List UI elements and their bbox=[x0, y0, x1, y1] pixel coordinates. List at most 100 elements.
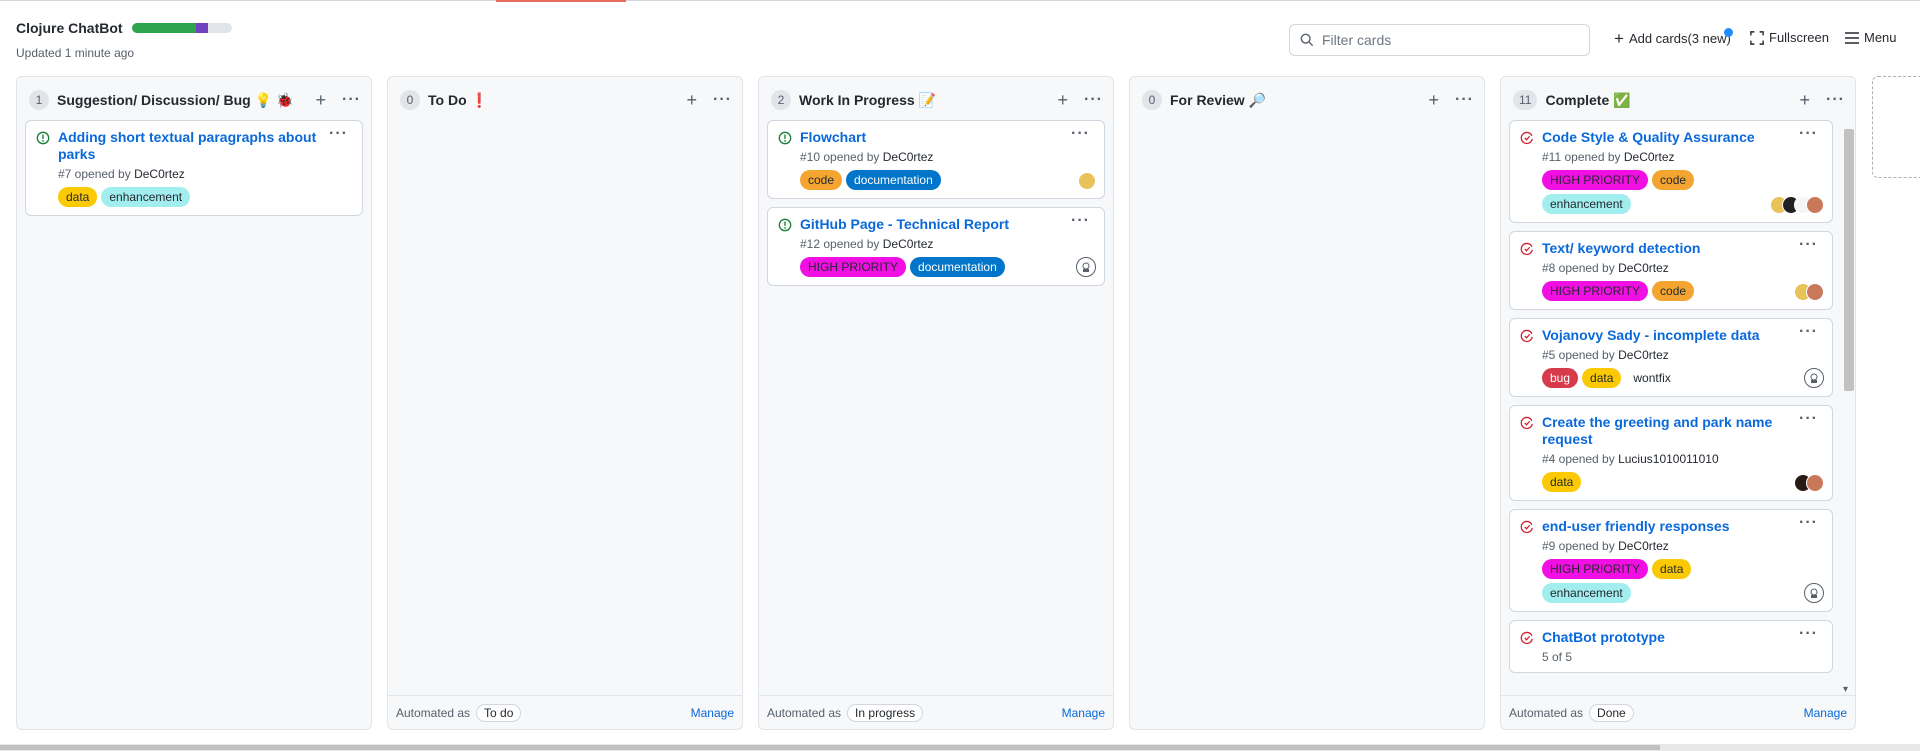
issue-card[interactable]: Flowchart #10 opened by DeC0rtez ··· code do… bbox=[767, 120, 1105, 199]
card-issue-number: #8 opened by bbox=[1542, 261, 1615, 275]
label-high-priority[interactable]: HIGH PRIORITY bbox=[1542, 281, 1649, 301]
label-code[interactable]: code bbox=[800, 170, 843, 190]
assignee-avatar[interactable] bbox=[1078, 172, 1096, 190]
card-title-link[interactable]: GitHub Page - Technical Report bbox=[800, 216, 1096, 233]
label-bug[interactable]: bug bbox=[1542, 368, 1579, 388]
label-code[interactable]: code bbox=[1652, 281, 1695, 301]
column-scroll-thumb[interactable] bbox=[1844, 129, 1854, 391]
card-meta: #8 opened by DeC0rtez bbox=[1542, 261, 1824, 275]
column-more-button[interactable]: ··· bbox=[713, 91, 732, 109]
add-card-button[interactable]: + bbox=[687, 91, 698, 109]
card-more-button[interactable]: ··· bbox=[1071, 212, 1090, 230]
card-more-button[interactable]: ··· bbox=[1799, 625, 1818, 643]
card-author[interactable]: DeC0rtez bbox=[1618, 348, 1669, 362]
card-title-link[interactable]: end-user friendly responses bbox=[1542, 518, 1824, 535]
horizontal-scroll-thumb[interactable] bbox=[0, 745, 1660, 750]
menu-button[interactable]: Menu bbox=[1845, 30, 1897, 45]
manage-automation-link[interactable]: Manage bbox=[691, 706, 734, 720]
add-column-placeholder[interactable] bbox=[1872, 76, 1920, 178]
fullscreen-label: Fullscreen bbox=[1769, 30, 1829, 45]
card-author[interactable]: DeC0rtez bbox=[1618, 539, 1669, 553]
column-title: Complete bbox=[1545, 92, 1610, 108]
project-title[interactable]: Clojure ChatBot bbox=[16, 20, 123, 36]
label-data[interactable]: data bbox=[1652, 559, 1692, 579]
card-more-button[interactable]: ··· bbox=[1799, 514, 1818, 532]
issue-card[interactable]: Create the greeting and park name reques… bbox=[1509, 405, 1833, 501]
card-title-link[interactable]: Vojanovy Sady - incomplete data bbox=[1542, 327, 1824, 344]
card-more-button[interactable]: ··· bbox=[1799, 236, 1818, 254]
assignee-avatar[interactable] bbox=[1806, 474, 1824, 492]
issue-card[interactable]: Adding short textual paragraphs about pa… bbox=[25, 120, 363, 216]
label-high-priority[interactable]: HIGH PRIORITY bbox=[800, 257, 907, 277]
card-title-link[interactable]: ChatBot prototype bbox=[1542, 629, 1824, 646]
card-author[interactable]: Lucius1010011010 bbox=[1618, 452, 1719, 466]
assignee-avatar[interactable] bbox=[1076, 257, 1096, 277]
issue-card[interactable]: ChatBot prototype 5 of 5 ··· bbox=[1509, 620, 1833, 673]
label-enhancement[interactable]: enhancement bbox=[1542, 194, 1631, 214]
label-code[interactable]: code bbox=[1652, 170, 1695, 190]
automation-status: To do bbox=[476, 703, 522, 722]
card-more-button[interactable]: ··· bbox=[1071, 125, 1090, 143]
project-header: Clojure ChatBot Updated 1 minute ago + A… bbox=[0, 0, 1920, 62]
card-title-link[interactable]: Code Style & Quality Assurance bbox=[1542, 129, 1824, 146]
manage-automation-link[interactable]: Manage bbox=[1804, 706, 1847, 720]
card-title-link[interactable]: Create the greeting and park name reques… bbox=[1542, 414, 1824, 448]
issue-card[interactable]: Code Style & Quality Assurance #11 opened… bbox=[1509, 120, 1833, 223]
card-title-link[interactable]: Adding short textual paragraphs about pa… bbox=[58, 129, 354, 163]
label-documentation[interactable]: documentation bbox=[910, 257, 1005, 277]
card-author[interactable]: DeC0rtez bbox=[883, 237, 934, 251]
label-high-priority[interactable]: HIGH PRIORITY bbox=[1542, 559, 1649, 579]
add-cards-button[interactable]: + Add cards(3 new) bbox=[1614, 28, 1733, 47]
card-author[interactable]: DeC0rtez bbox=[134, 167, 185, 181]
label-enhancement[interactable]: enhancement bbox=[101, 187, 191, 207]
card-author[interactable]: DeC0rtez bbox=[883, 150, 934, 164]
add-card-button[interactable]: + bbox=[1058, 91, 1069, 109]
assignee-avatar[interactable] bbox=[1806, 283, 1824, 301]
label-data[interactable]: data bbox=[58, 187, 98, 207]
add-card-button[interactable]: + bbox=[1429, 91, 1440, 109]
label-high-priority[interactable]: HIGH PRIORITY bbox=[1542, 170, 1649, 190]
assignee-avatar[interactable] bbox=[1806, 196, 1824, 214]
fullscreen-icon bbox=[1750, 30, 1764, 45]
column-title: Suggestion/ Discussion/ Bug bbox=[57, 92, 251, 108]
horizontal-scrollbar[interactable] bbox=[0, 744, 1920, 751]
label-data[interactable]: data bbox=[1542, 472, 1582, 492]
card-author[interactable]: DeC0rtez bbox=[1618, 261, 1669, 275]
column-more-button[interactable]: ··· bbox=[1084, 91, 1103, 109]
add-card-button[interactable]: + bbox=[316, 91, 327, 109]
board-column: 2 Work In Progress 📝 + ··· Flowchart #10 opene… bbox=[758, 76, 1114, 730]
column-scrollbar[interactable]: ▾ bbox=[1842, 117, 1854, 695]
card-more-button[interactable]: ··· bbox=[1799, 125, 1818, 143]
label-wontfix[interactable]: wontfix bbox=[1625, 368, 1678, 388]
card-title-link[interactable]: Flowchart bbox=[800, 129, 1096, 146]
assignee-avatar[interactable] bbox=[1804, 583, 1824, 603]
column-card-count: 0 bbox=[400, 90, 420, 110]
card-title-link[interactable]: Text/ keyword detection bbox=[1542, 240, 1824, 257]
card-more-button[interactable]: ··· bbox=[1799, 410, 1818, 428]
column-more-button[interactable]: ··· bbox=[1455, 91, 1474, 109]
card-more-button[interactable]: ··· bbox=[329, 125, 348, 143]
automated-label: Automated as bbox=[1509, 705, 1584, 720]
column-title: For Review bbox=[1170, 92, 1245, 108]
column-name: To Do ❗ bbox=[428, 92, 488, 109]
column-actions: + ··· bbox=[1800, 91, 1846, 109]
manage-automation-link[interactable]: Manage bbox=[1062, 706, 1105, 720]
label-data[interactable]: data bbox=[1582, 368, 1622, 388]
add-card-button[interactable]: + bbox=[1800, 91, 1811, 109]
label-documentation[interactable]: documentation bbox=[846, 170, 941, 190]
card-more-button[interactable]: ··· bbox=[1799, 323, 1818, 341]
issue-card[interactable]: GitHub Page - Technical Report #12 opened… bbox=[767, 207, 1105, 286]
label-enhancement[interactable]: enhancement bbox=[1542, 583, 1631, 603]
filter-cards-field[interactable] bbox=[1289, 24, 1590, 56]
issue-card[interactable]: Text/ keyword detection #8 opened by DeC0… bbox=[1509, 231, 1833, 310]
column-more-button[interactable]: ··· bbox=[1826, 91, 1845, 109]
card-author[interactable]: DeC0rtez bbox=[1624, 150, 1675, 164]
fullscreen-button[interactable]: Fullscreen bbox=[1750, 30, 1829, 45]
issue-card[interactable]: end-user friendly responses #9 opened by … bbox=[1509, 509, 1833, 612]
column-more-button[interactable]: ··· bbox=[342, 91, 361, 109]
issue-card[interactable]: Vojanovy Sady - incomplete data #5 opened… bbox=[1509, 318, 1833, 397]
filter-cards-input[interactable] bbox=[1322, 32, 1572, 48]
assignee-avatar[interactable] bbox=[1804, 368, 1824, 388]
scroll-down-arrow[interactable]: ▾ bbox=[1843, 684, 1848, 695]
card-issue-number: #7 opened by bbox=[58, 167, 131, 181]
